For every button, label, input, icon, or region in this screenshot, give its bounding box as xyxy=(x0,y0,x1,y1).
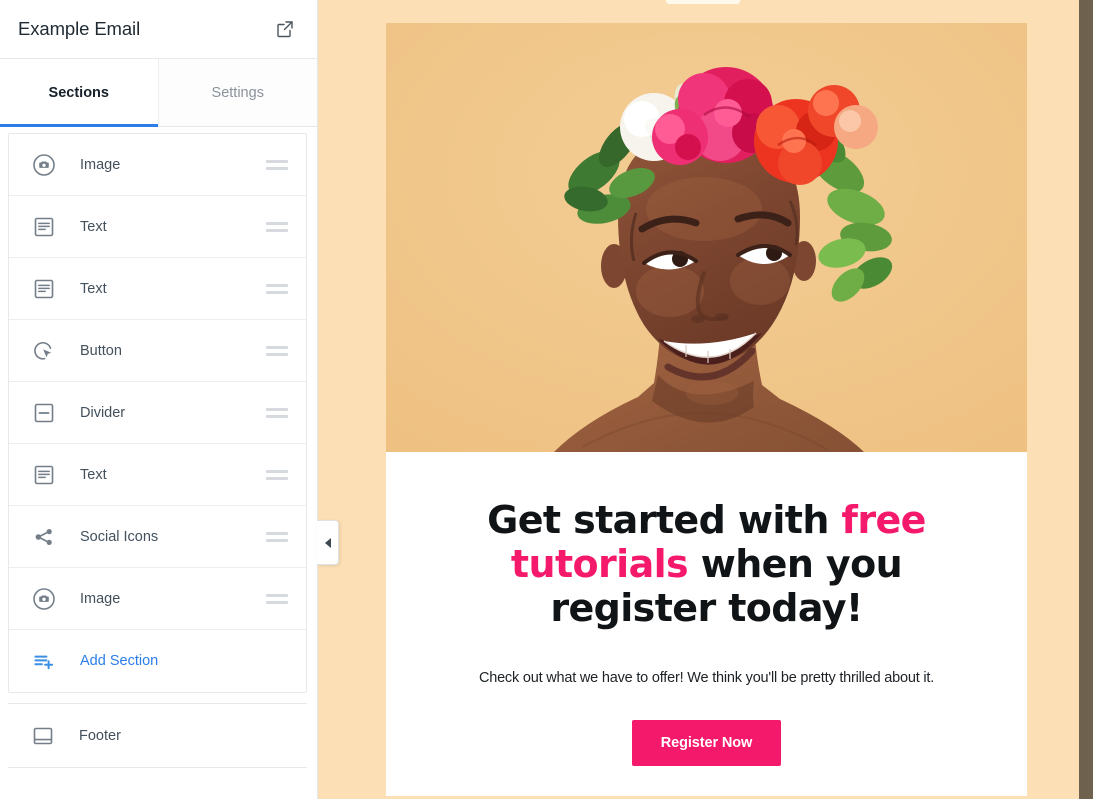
drag-handle-icon[interactable] xyxy=(266,158,288,172)
drag-handle-icon[interactable] xyxy=(266,344,288,358)
email-builder-app: Example Email Sections Settings Image Te… xyxy=(0,0,1093,799)
section-row-text-2[interactable]: Text xyxy=(9,258,306,320)
tab-sections[interactable]: Sections xyxy=(0,59,159,127)
section-row-text-3[interactable]: Text xyxy=(9,444,306,506)
footer-section-group: Footer xyxy=(8,703,307,768)
section-label: Image xyxy=(80,156,121,173)
camera-circle-icon xyxy=(31,152,57,178)
add-section-icon xyxy=(31,648,57,674)
footer-layout-icon xyxy=(30,723,56,749)
canvas-scrollbar-thumb[interactable] xyxy=(1079,0,1093,799)
tab-sections-label: Sections xyxy=(48,84,109,101)
section-label: Text xyxy=(80,280,107,297)
drag-handle-icon[interactable] xyxy=(266,530,288,544)
drag-handle-icon[interactable] xyxy=(266,592,288,606)
text-block-icon xyxy=(31,214,57,240)
tab-settings[interactable]: Settings xyxy=(158,59,317,126)
share-nodes-icon xyxy=(31,524,57,550)
section-label: Social Icons xyxy=(80,528,159,545)
page-title: Example Email xyxy=(18,18,141,39)
section-row-footer[interactable]: Footer xyxy=(8,704,307,767)
text-block-icon xyxy=(31,276,57,302)
register-now-button[interactable]: Register Now xyxy=(631,720,782,767)
section-row-divider[interactable]: Divider xyxy=(9,382,306,444)
tab-settings-label: Settings xyxy=(211,84,264,101)
sidebar-tabs: Sections Settings xyxy=(0,59,317,127)
email-heading: Get started with free tutorials when you… xyxy=(444,498,969,630)
chevron-left-icon xyxy=(324,537,331,548)
divider-icon xyxy=(31,400,57,426)
email-preview-card: Get started with free tutorials when you… xyxy=(386,23,1027,797)
add-section-label: Add Section xyxy=(80,653,159,669)
cta-wrapper: Register Now xyxy=(444,720,969,796)
drag-handle-icon[interactable] xyxy=(266,220,288,234)
email-preview-canvas: Get started with free tutorials when you… xyxy=(318,0,1093,799)
footer-label: Footer xyxy=(79,727,121,744)
hero-illustration xyxy=(386,23,1027,452)
section-label: Button xyxy=(80,342,122,359)
floating-toolbar-partial[interactable] xyxy=(666,0,740,4)
section-row-image-1[interactable]: Image xyxy=(9,134,306,196)
section-label: Text xyxy=(80,218,107,235)
sections-panel: Image Text Text Button Divider Text Soci… xyxy=(0,127,317,799)
section-row-social-icons[interactable]: Social Icons xyxy=(9,506,306,568)
camera-circle-icon xyxy=(31,586,57,612)
external-link-icon[interactable] xyxy=(272,16,298,42)
heading-part-1: Get started with xyxy=(487,498,842,542)
hero-image[interactable] xyxy=(386,23,1027,452)
drag-handle-icon[interactable] xyxy=(266,406,288,420)
email-content: Get started with free tutorials when you… xyxy=(386,452,1027,797)
drag-handle-icon[interactable] xyxy=(266,468,288,482)
drag-handle-icon[interactable] xyxy=(266,282,288,296)
text-block-icon xyxy=(31,462,57,488)
sidebar: Example Email Sections Settings Image Te… xyxy=(0,0,318,799)
section-row-button[interactable]: Button xyxy=(9,320,306,382)
sections-list: Image Text Text Button Divider Text Soci… xyxy=(8,133,307,693)
section-label: Text xyxy=(80,466,107,483)
add-section-button[interactable]: Add Section xyxy=(9,630,306,692)
section-row-text-1[interactable]: Text xyxy=(9,196,306,258)
email-body-text: Check out what we have to offer! We thin… xyxy=(478,670,935,687)
section-label: Image xyxy=(80,590,121,607)
button-cursor-icon xyxy=(31,338,57,364)
sidebar-header: Example Email xyxy=(0,0,317,59)
sidebar-collapse-handle[interactable] xyxy=(317,520,339,565)
canvas-scrollbar-track[interactable] xyxy=(1079,0,1093,799)
section-label: Divider xyxy=(80,404,126,421)
section-row-image-2[interactable]: Image xyxy=(9,568,306,630)
